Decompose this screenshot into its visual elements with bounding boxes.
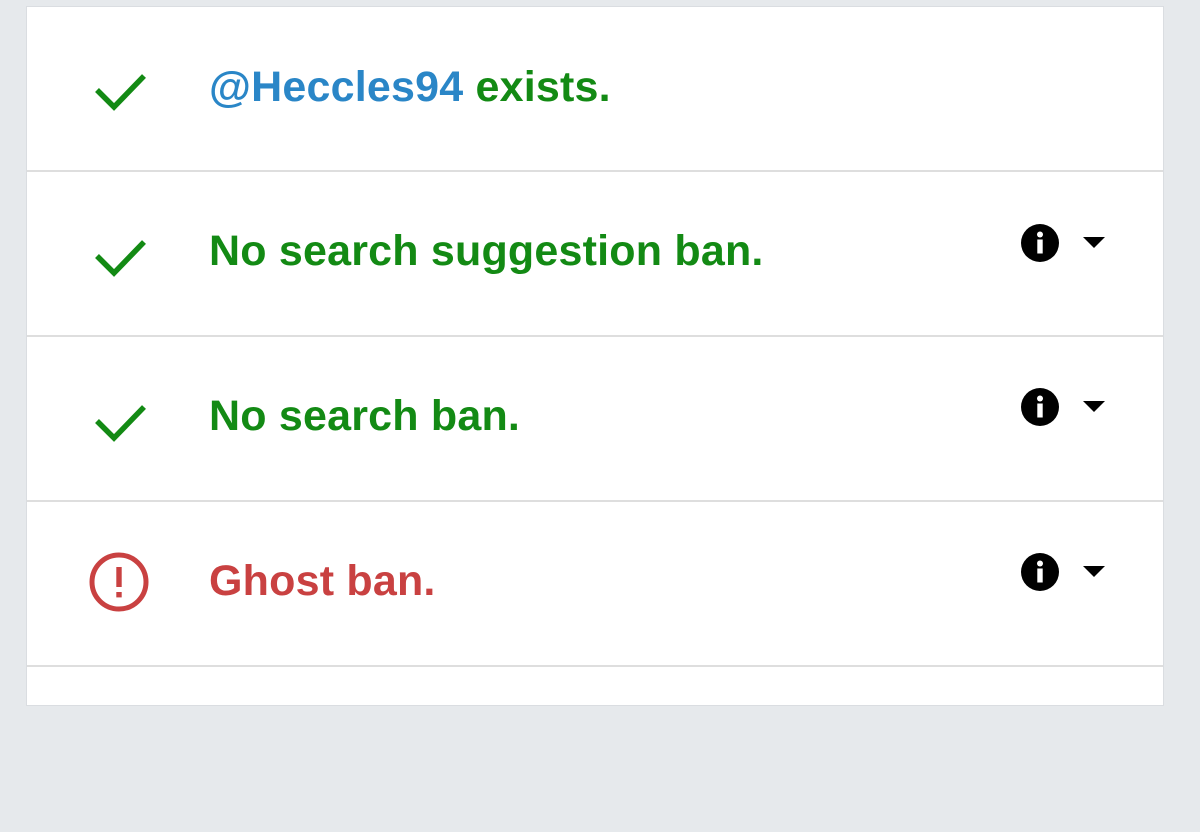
result-row-suggestion-ban: No search suggestion ban. bbox=[27, 172, 1163, 337]
result-row-next bbox=[27, 667, 1163, 832]
info-icon[interactable] bbox=[1021, 224, 1059, 262]
result-row-ghost-ban: Ghost ban. bbox=[27, 502, 1163, 667]
checkmark-icon bbox=[89, 225, 149, 285]
result-text-suggestion-ban: No search suggestion ban. bbox=[209, 227, 764, 275]
chevron-down-icon[interactable] bbox=[1083, 401, 1105, 413]
info-icon[interactable] bbox=[1021, 553, 1059, 591]
checkmark-icon bbox=[89, 59, 149, 119]
result-text-exists: @Heccles94 exists. bbox=[209, 63, 611, 112]
exists-label: exists. bbox=[463, 63, 611, 111]
result-text-ghost-ban: Ghost ban. bbox=[209, 557, 436, 605]
results-card: @Heccles94 exists. No search suggestion … bbox=[26, 6, 1164, 706]
info-icon[interactable] bbox=[1021, 388, 1059, 426]
row-controls bbox=[1021, 388, 1105, 426]
result-row-search-ban: No search ban. bbox=[27, 337, 1163, 502]
result-row-exists: @Heccles94 exists. bbox=[27, 7, 1163, 172]
row-controls bbox=[1021, 553, 1105, 591]
row-controls bbox=[1021, 224, 1105, 262]
result-text-search-ban: No search ban. bbox=[209, 392, 521, 440]
checkmark-icon bbox=[89, 390, 149, 450]
chevron-down-icon[interactable] bbox=[1083, 566, 1105, 578]
account-handle-link[interactable]: @Heccles94 bbox=[209, 63, 463, 111]
chevron-down-icon[interactable] bbox=[1083, 237, 1105, 249]
alert-circle-icon bbox=[89, 552, 149, 612]
